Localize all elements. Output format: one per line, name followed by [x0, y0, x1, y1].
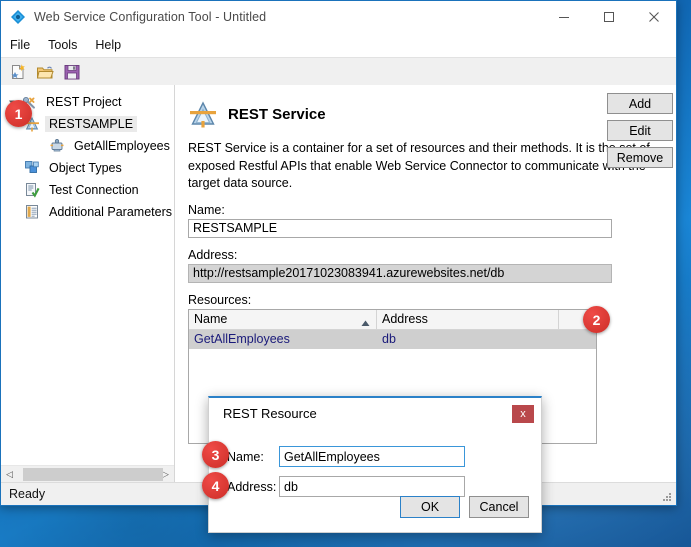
- grid-column-name[interactable]: Name: [189, 309, 377, 330]
- grid-column-label: Address: [382, 312, 428, 326]
- cell-name: GetAllEmployees: [194, 332, 290, 346]
- open-folder-icon[interactable]: [35, 62, 55, 82]
- maximize-button[interactable]: [586, 1, 631, 33]
- cancel-button[interactable]: Cancel: [469, 496, 529, 518]
- menu-item-tools[interactable]: Tools: [48, 35, 86, 55]
- callout-badge-3: 3: [202, 441, 229, 468]
- address-label: Address:: [188, 247, 238, 262]
- status-text: Ready: [9, 487, 46, 501]
- panel-header: REST Service: [175, 85, 676, 129]
- scrollbar-thumb[interactable]: [23, 468, 163, 481]
- address-input: http://restsample20171023083941.azureweb…: [188, 263, 612, 283]
- menu-item-help[interactable]: Help: [95, 35, 130, 55]
- additional-parameters-icon: [23, 204, 40, 221]
- dialog-address-row: Address: db: [227, 476, 465, 497]
- dialog-name-input[interactable]: GetAllEmployees: [279, 446, 465, 467]
- test-connection-icon: [23, 182, 40, 199]
- dialog-title: REST Resource: [223, 406, 317, 421]
- dialog-name-label: Name:: [227, 449, 264, 464]
- rest-resource-icon: [48, 138, 65, 155]
- object-types-icon: [23, 160, 40, 177]
- menu-bar: File Tools Help: [1, 33, 676, 57]
- app-diamond-icon: [10, 9, 26, 25]
- resources-label: Resources:: [188, 292, 252, 307]
- grid-column-label: Name: [194, 312, 228, 326]
- resize-grip-icon[interactable]: [660, 490, 672, 502]
- close-button[interactable]: [631, 1, 676, 33]
- window-title: Web Service Configuration Tool - Untitle…: [34, 10, 267, 24]
- minimize-button[interactable]: [541, 1, 586, 33]
- new-file-icon[interactable]: [8, 62, 28, 82]
- cell-address: db: [382, 332, 396, 346]
- tree-item-label: REST Project: [46, 95, 122, 109]
- name-input[interactable]: RESTSAMPLE: [188, 218, 612, 238]
- scrollbar-track[interactable]: [18, 466, 163, 483]
- rest-resource-dialog: REST Resource x Name: GetAllEmployees Ad…: [208, 396, 542, 533]
- title-bar: Web Service Configuration Tool - Untitle…: [1, 1, 676, 33]
- add-button[interactable]: Add: [607, 93, 673, 114]
- callout-badge-2: 2: [583, 306, 610, 333]
- ok-button[interactable]: OK: [400, 496, 460, 518]
- grid-header-row: Name Address: [189, 309, 596, 330]
- scroll-left-icon[interactable]: ◁: [1, 466, 18, 483]
- tree-item-label: RESTSAMPLE: [45, 116, 138, 132]
- tree-horizontal-scrollbar[interactable]: ◁ ▷: [1, 465, 174, 483]
- dialog-buttons: OK Cancel: [400, 496, 529, 518]
- rest-service-icon: [188, 99, 218, 129]
- dialog-address-label: Address:: [227, 479, 277, 494]
- page-title: REST Service: [228, 105, 326, 123]
- tree-item-object-types[interactable]: Object Types: [1, 157, 174, 179]
- panel-description: REST Service is a container for a set of…: [188, 141, 650, 190]
- resource-action-buttons: Add Edit Remove: [607, 93, 673, 168]
- remove-button[interactable]: Remove: [607, 147, 673, 168]
- menu-item-file[interactable]: File: [10, 35, 39, 55]
- callout-badge-1: 1: [5, 100, 32, 127]
- tree-item-label: GetAllEmployees: [74, 139, 170, 153]
- callout-badge-4: 4: [202, 472, 229, 499]
- save-disk-icon[interactable]: [62, 62, 82, 82]
- toolbar: [1, 57, 676, 86]
- dialog-close-icon[interactable]: x: [512, 405, 534, 423]
- project-tree-pane: REST Project RESTSAMPLE GetAllEmployees …: [1, 85, 175, 483]
- tree-item-label: Additional Parameters: [49, 205, 172, 219]
- sort-ascending-icon: [361, 316, 370, 330]
- tree-item-label: Test Connection: [49, 183, 139, 197]
- window-controls: [541, 1, 676, 33]
- dialog-name-row: Name: GetAllEmployees: [227, 446, 465, 467]
- table-row[interactable]: GetAllEmployees db: [189, 329, 596, 349]
- tree-item-label: Object Types: [49, 161, 122, 175]
- tree-item-additional-parameters[interactable]: Additional Parameters: [1, 201, 174, 223]
- edit-button[interactable]: Edit: [607, 120, 673, 141]
- grid-column-address[interactable]: Address: [377, 309, 559, 329]
- tree-item-test-connection[interactable]: Test Connection: [1, 179, 174, 201]
- dialog-address-input[interactable]: db: [279, 476, 465, 497]
- name-label: Name:: [188, 202, 225, 217]
- tree-item-getallemployees[interactable]: GetAllEmployees: [1, 135, 174, 157]
